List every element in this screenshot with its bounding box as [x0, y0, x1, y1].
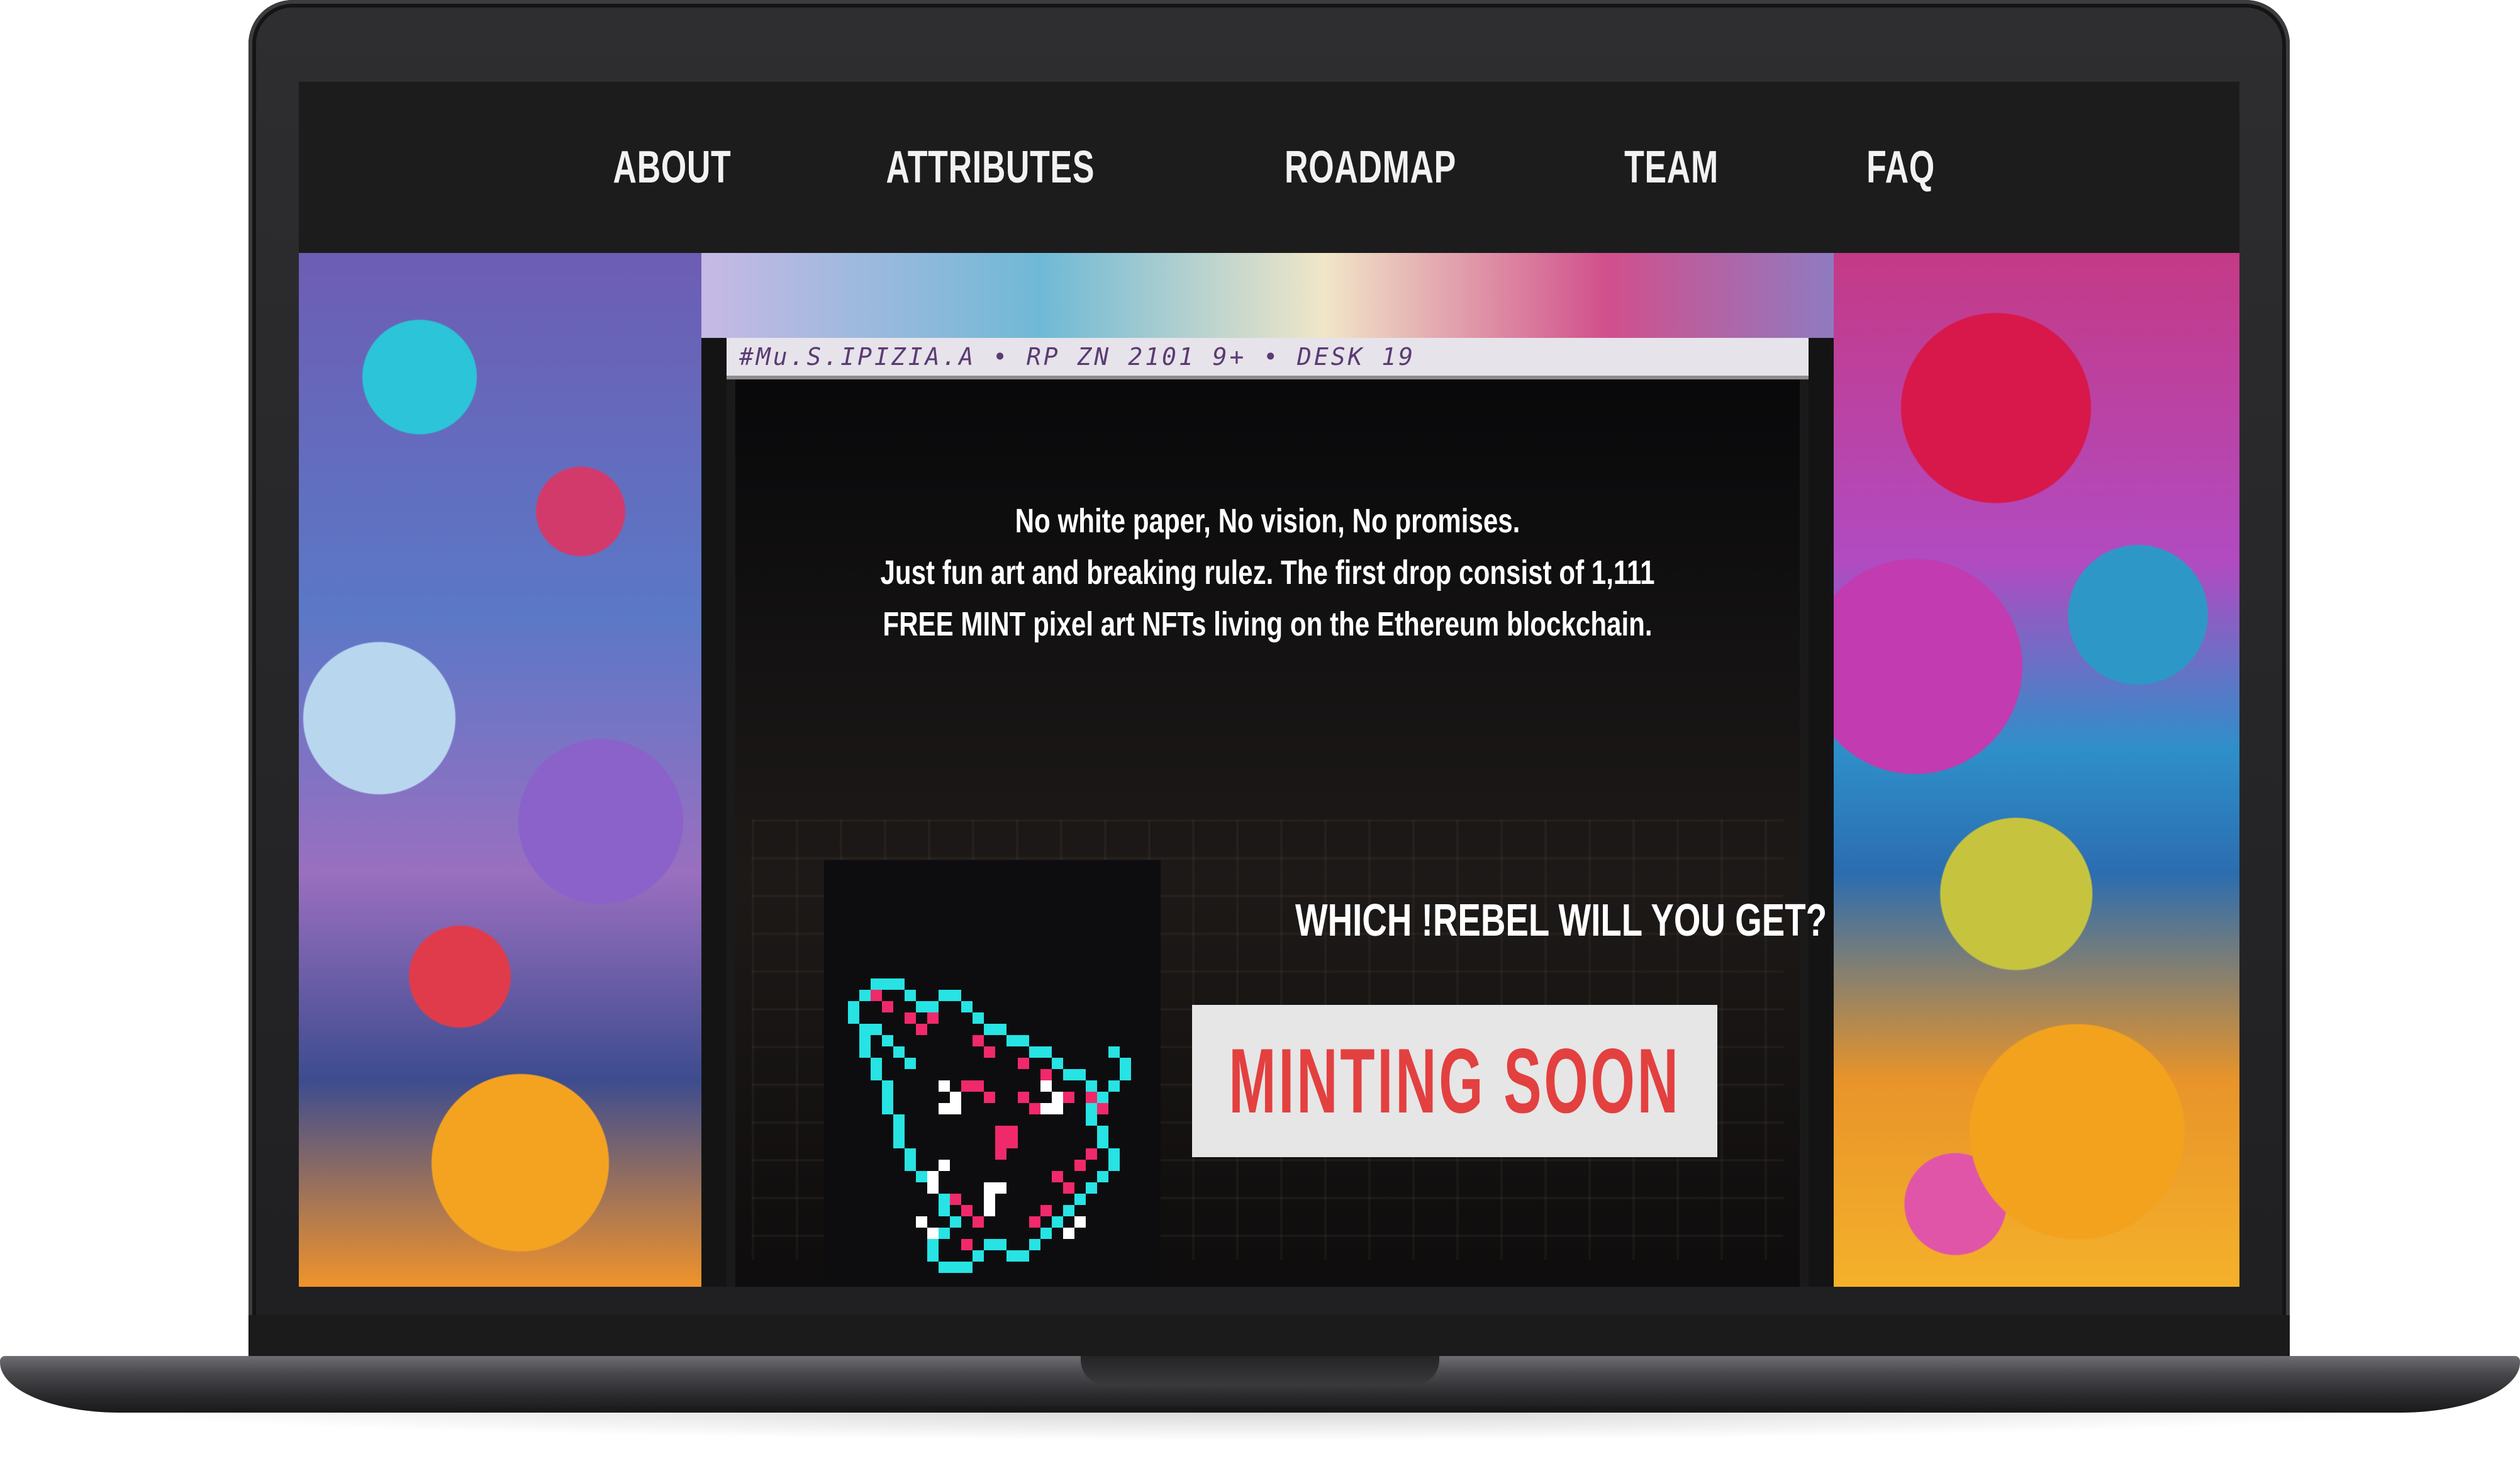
laptop-chin	[248, 1315, 2290, 1359]
minting-soon-button[interactable]: MINTING SOON	[1192, 1005, 1717, 1157]
laptop-shadow	[50, 1406, 2470, 1441]
intro-line: Just fun art and breaking rulez. The fir…	[880, 554, 1655, 591]
graffiti-wall-left	[299, 253, 701, 1287]
rebel-character-frame	[824, 860, 1161, 1287]
laptop-screen: ABOUT ATTRIBUTES ROADMAP TEAM FAQ #Mu.S.…	[299, 82, 2239, 1287]
rebel-question-heading: WHICH !REBEL WILL YOU GET?	[1295, 895, 1827, 946]
graffiti-tag-strip: #Mu.S.IPIZIA.A • RP ZN 2101 9+ • DESK 19	[727, 338, 1809, 379]
nav-link-faq[interactable]: FAQ	[1866, 142, 1935, 193]
laptop-notch	[1081, 1356, 1439, 1385]
graffiti-wall-top	[701, 253, 1834, 338]
site-navigation: ABOUT ATTRIBUTES ROADMAP TEAM FAQ	[299, 82, 2239, 253]
hero-section: #Mu.S.IPIZIA.A • RP ZN 2101 9+ • DESK 19…	[299, 253, 2239, 1287]
nav-link-team[interactable]: TEAM	[1624, 142, 1719, 193]
intro-line: No white paper, No vision, No promises.	[1015, 502, 1520, 540]
nav-link-attributes[interactable]: ATTRIBUTES	[886, 142, 1095, 193]
nav-link-about[interactable]: ABOUT	[613, 142, 731, 193]
nav-link-roadmap[interactable]: ROADMAP	[1285, 142, 1456, 193]
pixel-cat-rebel-icon	[848, 978, 1131, 1273]
graffiti-wall-right	[1834, 253, 2239, 1287]
minting-soon-label: MINTING SOON	[1229, 1029, 1681, 1132]
intro-line: FREE MINT pixel art NFTs living on the E…	[883, 605, 1653, 643]
graffiti-tag-text: #Mu.S.IPIZIA.A • RP ZN 2101 9+ • DESK 19	[739, 343, 1416, 371]
intro-text: No white paper, No vision, No promises. …	[739, 495, 1796, 650]
